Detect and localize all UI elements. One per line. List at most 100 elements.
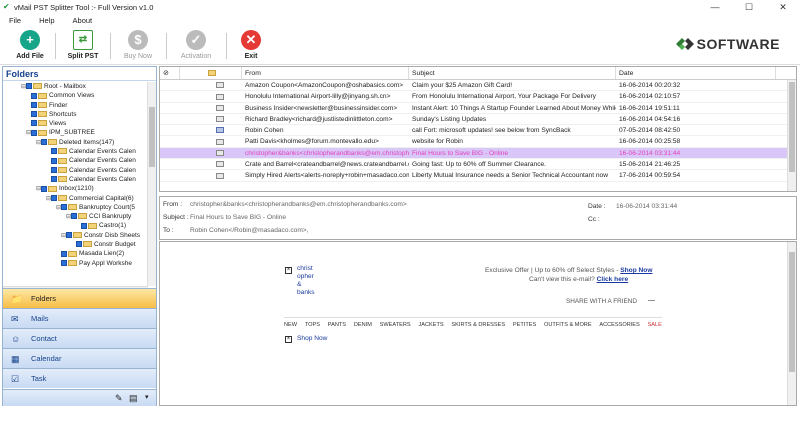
body-scrollbar[interactable] (787, 242, 796, 405)
cc-label: Cc : (588, 216, 600, 223)
nav-calendar[interactable]: ▦ Calendar (3, 348, 156, 368)
nav-mails[interactable]: ✉ Mails (3, 308, 156, 328)
maximize-button[interactable]: ☐ (732, 0, 766, 14)
tree-item[interactable]: Calendar Events Calen (3, 156, 148, 165)
nav-folders[interactable]: 📁 Folders (3, 288, 156, 308)
nav-link-sweaters[interactable]: SWEATERS (380, 322, 411, 328)
activation-button[interactable]: ✓ Activation (172, 30, 220, 60)
exit-button[interactable]: ✕ Exit (227, 30, 275, 60)
subject-value: Final Hours to Save BIG - Online (190, 214, 287, 221)
mail-row[interactable]: Honolulu International Airport-lilly@jin… (160, 91, 796, 103)
tree-item[interactable]: Shortcuts (3, 110, 148, 119)
shop-now-link[interactable]: Shop Now (620, 267, 652, 274)
minimize-button[interactable]: — (698, 0, 732, 14)
tree-item[interactable]: Views (3, 119, 148, 128)
logo-text: SOFTWARE (696, 36, 780, 52)
activation-label: Activation (180, 53, 212, 60)
from-label: From : (163, 201, 183, 208)
tree-item[interactable]: Common Views (3, 91, 148, 100)
task-icon: ☑ (11, 374, 20, 384)
close-button[interactable]: ✕ (766, 0, 800, 14)
contact-icon: ☺ (11, 334, 21, 344)
plus-icon: + (20, 30, 40, 50)
nav-link-jackets[interactable]: JACKETS (418, 322, 443, 328)
tree-item[interactable]: ⊟ Commercial Capital(6) (3, 194, 148, 203)
exclusive-offer-text: Exclusive Offer | Up to 60% off Select S… (485, 267, 653, 274)
split-pst-button[interactable]: ⇄ Split PST (59, 30, 107, 60)
mail-row[interactable]: Amazon Coupon<AmazonCoupon@oshabasics.co… (160, 80, 796, 92)
mail-row[interactable]: Crate and Barrel<crateandbarrel@news.cra… (160, 159, 796, 171)
buy-now-label: Buy Now (123, 53, 152, 60)
nav-link-denim[interactable]: DENIM (354, 322, 372, 328)
close-circle-icon: ✕ (241, 30, 261, 50)
mail-row-selected[interactable]: christopher&banks<christopherandbanks@em… (160, 147, 796, 160)
menu-about[interactable]: About (73, 16, 93, 25)
nav-contact[interactable]: ☺ Contact (3, 328, 156, 348)
buy-now-button[interactable]: $ Buy Now (114, 30, 162, 60)
nav-task[interactable]: ☑ Task (3, 368, 156, 388)
title-bar: ✔ vMail PST Splitter Tool :- Full Versio… (0, 0, 800, 14)
tree-item[interactable]: Finder (3, 101, 148, 110)
nav-link-skirts[interactable]: SKIRTS & DRESSES (451, 322, 505, 328)
tree-item[interactable]: Calendar Events Calen (3, 175, 148, 184)
check-icon: ✓ (186, 30, 206, 50)
split-pst-label: Split PST (67, 53, 99, 60)
nav-link-tops[interactable]: TOPS (305, 322, 320, 328)
tree-item[interactable]: ⊟ Inbox(1210) (3, 184, 148, 193)
mail-row[interactable]: Simply Hired Alerts<alerts-noreply+robin… (160, 170, 796, 182)
toolbar-divider (110, 33, 111, 59)
attachment-column-icon[interactable]: ⊘ (160, 67, 180, 79)
mail-row[interactable]: Richard Bradley<richard@justlistedinlitt… (160, 114, 796, 126)
split-icon: ⇄ (73, 30, 93, 50)
date-column-header[interactable]: Date (616, 67, 776, 79)
nav-link-new[interactable]: NEW (284, 322, 297, 328)
message-body: × christ opher & banks Exclusive Offer |… (159, 241, 797, 406)
toolbar-divider (166, 33, 167, 59)
add-file-label: Add File (16, 53, 44, 60)
tree-item[interactable]: Constr Budget (3, 240, 148, 249)
menu-help[interactable]: Help (39, 16, 54, 25)
tree-item[interactable]: ⊟ IPM_SUBTREE (3, 128, 148, 137)
left-pane: Folders ⊟ Root - Mailbox Common Views Fin… (2, 66, 157, 406)
tree-item[interactable]: ⊟ Bankruptcy Court(5 (3, 203, 148, 212)
tree-item[interactable]: Masada Lien(2) (3, 249, 148, 258)
tree-item[interactable]: ⊟ Root - Mailbox (3, 82, 148, 91)
mail-row[interactable]: Robin Cohen call Fort: microsoft updates!… (160, 125, 796, 137)
broken-image-icon: × (285, 336, 292, 343)
nav-link-pants[interactable]: PANTS (328, 322, 346, 328)
tree-item[interactable]: Castro(1) (3, 221, 148, 230)
envelope-icon (215, 138, 224, 145)
share-dash: — (648, 297, 655, 304)
tree-item[interactable]: Calendar Events Calen (3, 147, 148, 156)
tree-item[interactable]: Calendar Events Calen (3, 166, 148, 175)
nav-link-petites[interactable]: PETITES (513, 322, 536, 328)
from-column-header[interactable]: From (242, 67, 409, 79)
tree-item[interactable]: Pay Appl Workshe (3, 259, 148, 268)
mail-row[interactable]: Patti Davis<kholmes@forum.montevallo.edu… (160, 136, 796, 148)
menu-file[interactable]: File (9, 16, 21, 25)
notes-icon[interactable]: ✎ (115, 393, 123, 404)
journal-icon[interactable]: ▤ (129, 393, 138, 404)
cant-view-text: Can't view this e-mail? Click here (529, 276, 629, 283)
folder-tree-vscrollbar[interactable] (147, 82, 156, 286)
brand-logo-alt[interactable]: christ opher & banks (297, 265, 317, 297)
add-file-button[interactable]: + Add File (6, 30, 54, 60)
nav-link-accessories[interactable]: ACCESSORIES (599, 322, 639, 328)
share-with-friend[interactable]: SHARE WITH A FRIEND (566, 298, 637, 305)
tree-item[interactable]: ⊟ CCI Bankrupty (3, 212, 148, 221)
shop-now-image-link[interactable]: Shop Now (297, 335, 327, 342)
chevron-down-icon[interactable]: ▾ (145, 393, 149, 401)
nav-link-sale[interactable]: SALE (648, 322, 662, 328)
mail-row[interactable]: Business Insider<newsletter@businessinsi… (160, 103, 796, 114)
subject-column-header[interactable]: Subject (409, 67, 616, 79)
type-column-icon[interactable] (180, 67, 242, 79)
nav-link-outfits[interactable]: OUTFITS & MORE (544, 322, 592, 328)
click-here-link[interactable]: Click here (597, 276, 629, 283)
tree-item[interactable]: ⊟ Deleted Items(147) (3, 138, 148, 147)
mail-list-scrollbar[interactable] (787, 80, 796, 191)
date-label: Date : (588, 203, 606, 210)
toolbar-divider (55, 33, 56, 59)
from-value: christopher&banks<christopherandbanks@em… (190, 201, 407, 208)
app-icon: ✔ (3, 2, 10, 11)
tree-item[interactable]: ⊟ Constr Disb Sheets (3, 231, 148, 240)
